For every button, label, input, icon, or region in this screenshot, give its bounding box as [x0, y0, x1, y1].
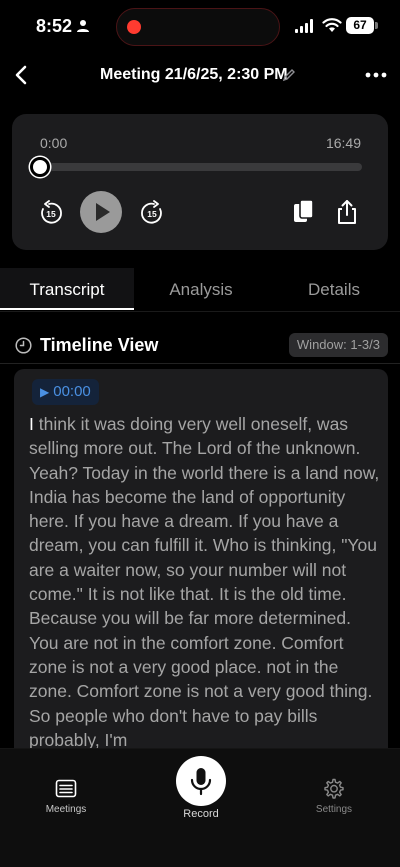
status-bar: 8:52 67 — [0, 0, 400, 52]
person-icon — [77, 20, 89, 32]
playback-scrubber-handle[interactable] — [30, 157, 50, 177]
nav-meetings-label: Meetings — [45, 804, 87, 815]
copy-button[interactable] — [291, 198, 317, 226]
microphone-icon — [190, 768, 212, 796]
more-options-button[interactable] — [360, 64, 392, 86]
nav-meetings[interactable]: Meetings — [36, 777, 96, 815]
battery-level: 67 — [346, 17, 374, 34]
status-time: 8:52 — [36, 16, 73, 36]
segment-timestamp-button[interactable]: ▶ 00:00 — [32, 379, 99, 405]
meeting-title[interactable]: Meeting 21/6/25, 2:30 PM — [100, 66, 288, 84]
tab-transcript[interactable]: Transcript — [0, 268, 134, 310]
nav-settings-label: Settings — [315, 804, 353, 815]
bottom-nav-bar: Meetings Record Settings — [0, 748, 400, 867]
skip-back-seconds: 15 — [46, 209, 56, 219]
nav-header: Meeting 21/6/25, 2:30 PM — [0, 52, 400, 100]
transcript-segment: ▶ 00:00 I think it was doing very well on… — [14, 369, 388, 789]
nav-settings[interactable]: Settings — [304, 777, 364, 815]
tab-details[interactable]: Details — [268, 268, 400, 310]
playback-progress-bar[interactable] — [40, 163, 362, 171]
play-segment-icon: ▶ — [40, 385, 50, 399]
back-button[interactable] — [10, 62, 34, 88]
wifi-icon — [322, 18, 342, 32]
skip-back-15-button[interactable]: 15 — [38, 200, 64, 226]
total-duration: 16:49 — [325, 135, 361, 151]
clock-icon — [15, 337, 32, 354]
battery-icon: 67 — [346, 17, 378, 34]
timeline-title: Timeline View — [40, 335, 159, 355]
share-button[interactable] — [334, 198, 360, 226]
tab-analysis[interactable]: Analysis — [134, 268, 268, 310]
skip-forward-15-button[interactable]: 15 — [139, 200, 165, 226]
record-button[interactable] — [176, 756, 226, 806]
transcript-text[interactable]: I think it was doing very well oneself, … — [29, 412, 381, 752]
meeting-detail-screen: 8:52 67 Meeting 21/6/25, 2:30 PM 0:00 16… — [0, 0, 400, 867]
current-time: 0:00 — [40, 135, 68, 151]
meetings-list-icon — [55, 779, 77, 798]
audio-player-card: 0:00 16:49 15 15 — [12, 114, 388, 250]
play-button[interactable] — [80, 191, 122, 233]
view-tabs: Transcript Analysis Details — [0, 268, 400, 312]
gear-icon — [324, 778, 344, 799]
skip-forward-seconds: 15 — [147, 209, 157, 219]
edit-pencil-icon[interactable] — [282, 68, 296, 82]
segment-timestamp: 00:00 — [53, 383, 91, 400]
cellular-signal-icon — [295, 19, 313, 33]
transcript-body: think it was doing very well oneself, wa… — [29, 414, 380, 750]
record-label: Record — [183, 808, 219, 820]
timeline-header: Timeline View Window: 1-3/3 — [0, 330, 400, 362]
play-icon — [96, 203, 110, 221]
dynamic-island[interactable] — [116, 8, 280, 46]
recording-indicator-icon — [127, 20, 141, 34]
window-badge[interactable]: Window: 1-3/3 — [288, 333, 388, 357]
divider — [0, 363, 400, 364]
